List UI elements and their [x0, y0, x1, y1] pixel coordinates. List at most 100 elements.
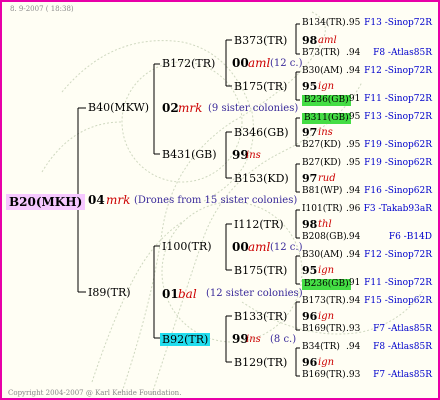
g3-breeder: ign — [318, 265, 335, 276]
g4-reference[interactable]: F11 -Sinop72R — [364, 95, 432, 104]
print-date: 8. 9-2007 ( 18:38) — [10, 5, 74, 13]
g4-reference[interactable]: F8 -Atlas85R — [373, 343, 432, 352]
g3-node[interactable]: B129(TR) — [234, 357, 287, 368]
g4-node[interactable]: B27(KD) — [302, 141, 341, 150]
g4-score: .91 — [346, 94, 361, 104]
g4-node[interactable]: B30(AM) — [302, 67, 343, 76]
g2-breeder: aml — [248, 56, 271, 70]
g2-note: (8 c.) — [270, 334, 297, 345]
g4-reference[interactable]: F8 -Atlas85R — [373, 49, 432, 58]
g3-breeder: ign — [318, 311, 335, 322]
g2-node[interactable]: B431(GB) — [162, 149, 217, 160]
g3-node[interactable]: B373(TR) — [234, 35, 287, 46]
g4-score: .95 — [346, 112, 361, 122]
g2-note: (12 c.) — [270, 58, 303, 69]
g4-score: .95 — [346, 18, 361, 28]
g4-reference[interactable]: F12 -Sinop72R — [364, 67, 432, 76]
g4-reference[interactable]: F6 -B14D — [389, 233, 432, 242]
g3-node[interactable]: B346(GB) — [234, 127, 289, 138]
g2-year: 00 — [232, 56, 249, 70]
g2-breeder: ins — [246, 150, 261, 161]
g4-reference[interactable]: F19 -Sinop62R — [364, 141, 432, 150]
g3-breeder: rud — [318, 173, 336, 184]
copyright: Copyright 2004-2007 @ Karl Kehide Founda… — [8, 389, 182, 397]
g4-node[interactable]: B169(TR) — [302, 325, 346, 334]
g4-score: .94 — [346, 342, 361, 352]
g3-breeder: thl — [318, 219, 332, 230]
g2-breeder: aml — [248, 240, 271, 254]
g3-year: 97 — [302, 172, 318, 185]
g4-score: .94 — [346, 232, 361, 242]
g4-node[interactable]: B30(AM) — [302, 251, 343, 260]
g3-year: 98 — [302, 218, 318, 231]
root-breeder: mrk — [106, 193, 131, 207]
g3-breeder: aml — [318, 35, 337, 46]
root-note: (Drones from 15 sister colonies) — [134, 195, 298, 206]
g4-node[interactable]: I101(TR) — [302, 205, 343, 214]
g4-score: .94 — [346, 186, 361, 196]
g3-breeder: ins — [318, 127, 333, 138]
g2-note: (12 c.) — [270, 242, 303, 253]
g4-score: .94 — [346, 48, 361, 58]
g4-reference[interactable]: F12 -Sinop72R — [364, 251, 432, 260]
g1-mother-breeder: mrk — [178, 101, 203, 115]
g3-year: 98 — [302, 34, 318, 47]
g1-mother-year: 02 — [162, 101, 179, 115]
g4-node[interactable]: B236(GB) — [302, 95, 351, 106]
g4-score: .93 — [346, 324, 361, 334]
g4-node[interactable]: B236(GB) — [302, 279, 351, 290]
root-year: 04 — [88, 193, 105, 207]
g4-reference[interactable]: F7 -Atlas85R — [373, 325, 432, 334]
g3-year: 96 — [302, 310, 318, 323]
g3-node[interactable]: B133(TR) — [234, 311, 287, 322]
g4-score: .94 — [346, 66, 361, 76]
g4-reference[interactable]: F16 -Sinop62R — [364, 187, 432, 196]
g4-node[interactable]: B208(GB) — [302, 233, 347, 242]
g4-score: .93 — [346, 370, 361, 380]
pedigree-frame: 8. 9-2007 ( 18:38) B20(MKH) 04 mrk (Dron… — [0, 0, 440, 400]
g4-score: .95 — [346, 140, 361, 150]
g4-reference[interactable]: F7 -Atlas85R — [373, 371, 432, 380]
g2-node[interactable]: B172(TR) — [162, 58, 215, 69]
g4-node[interactable]: B173(TR) — [302, 297, 346, 306]
g3-year: 97 — [302, 126, 318, 139]
g3-year: 96 — [302, 356, 318, 369]
g4-node[interactable]: B169(TR) — [302, 371, 346, 380]
g1-father[interactable]: I89(TR) — [88, 287, 131, 298]
g4-score: .91 — [346, 278, 361, 288]
g4-node[interactable]: B73(TR) — [302, 49, 340, 58]
root-queen[interactable]: B20(MKH) — [6, 194, 86, 210]
g3-node[interactable]: B175(TR) — [234, 265, 287, 276]
g4-reference[interactable]: F15 -Sinop62R — [364, 297, 432, 306]
g4-node[interactable]: B134(TR) — [302, 19, 346, 28]
g4-reference[interactable]: F3 -Takab93aR — [364, 205, 432, 214]
g4-reference[interactable]: F13 -Sinop72R — [364, 19, 432, 28]
g1-father-note: (12 sister colonies) — [206, 288, 303, 299]
g4-score: .95 — [346, 158, 361, 168]
g3-node[interactable]: B153(KD) — [234, 173, 289, 184]
g2-year: 00 — [232, 240, 249, 254]
g1-father-breeder: bal — [178, 287, 197, 301]
g3-breeder: ign — [318, 357, 335, 368]
g2-breeder: ins — [246, 334, 261, 345]
g3-year: 95 — [302, 80, 318, 93]
g3-node[interactable]: I112(TR) — [234, 219, 284, 230]
g4-node[interactable]: B311(GB) — [302, 113, 351, 124]
g4-reference[interactable]: F11 -Sinop72R — [364, 279, 432, 288]
g4-reference[interactable]: F19 -Sinop62R — [364, 159, 432, 168]
g1-mother-note: (9 sister colonies) — [208, 103, 299, 114]
g4-node[interactable]: B81(WP) — [302, 187, 342, 196]
g4-reference[interactable]: F13 -Sinop72R — [364, 113, 432, 122]
g3-year: 95 — [302, 264, 318, 277]
g4-score: .94 — [346, 296, 361, 306]
g4-node[interactable]: B27(KD) — [302, 159, 341, 168]
g3-node[interactable]: B175(TR) — [234, 81, 287, 92]
g2-node[interactable]: I100(TR) — [162, 241, 212, 252]
g3-breeder: ign — [318, 81, 335, 92]
g1-mother[interactable]: B40(MKW) — [88, 102, 149, 113]
g1-father-year: 01 — [162, 287, 179, 301]
g4-score: .96 — [346, 204, 361, 214]
g4-node[interactable]: B34(TR) — [302, 343, 340, 352]
g2-node[interactable]: B92(TR) — [160, 333, 211, 346]
g4-score: .94 — [346, 250, 361, 260]
